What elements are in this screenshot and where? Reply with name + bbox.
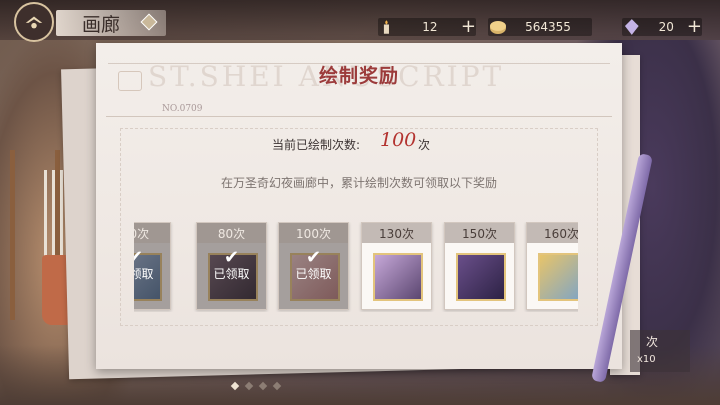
reward-item-image [538, 253, 578, 301]
divider [106, 116, 612, 117]
reward-card-130[interactable]: 130次 [361, 222, 432, 310]
gem-count: 20 [658, 20, 674, 34]
draw-count-value: 100 [380, 129, 417, 151]
reward-item-image [456, 253, 506, 301]
add-candle-button[interactable]: + [461, 18, 476, 36]
reward-threshold: 80次 [197, 223, 266, 243]
reward-threshold: 60次 [134, 223, 170, 243]
reward-card-160[interactable]: 160次 [526, 222, 578, 310]
page-dot[interactable] [272, 381, 282, 391]
sheet-number: NO.0709 [162, 104, 203, 114]
page-dot-active[interactable] [230, 381, 240, 391]
gem-icon [624, 19, 639, 35]
coin-icon [490, 21, 506, 34]
reward-hint: 在万圣奇幻夜画廊中，累计绘制次数可领取以下奖励 [220, 176, 497, 190]
reward-threshold: 160次 [527, 223, 578, 243]
reward-card-80[interactable]: 80次 ✔ 已领取 [196, 222, 267, 310]
page-title: 画廊 [82, 14, 121, 36]
draw-count-unit: 次 [418, 138, 431, 152]
reward-list[interactable]: 60次 ✔ 已领取 80次 ✔ 已领取 100次 ✔ 已领取 130次 150次… [134, 222, 578, 312]
claimed-label: 已领取 [213, 267, 250, 281]
resource-coin: 564355 [488, 16, 592, 38]
home-button[interactable] [14, 2, 54, 42]
page-dot[interactable] [244, 381, 254, 391]
coin-count: 564355 [525, 20, 571, 34]
reward-card-150[interactable]: 150次 [444, 222, 515, 310]
side-peek-unit: 次 [646, 335, 659, 349]
reward-threshold: 100次 [279, 223, 348, 243]
candle-icon [383, 20, 389, 34]
reward-threshold: 150次 [445, 223, 514, 243]
draw-count-label: 当前已绘制次数: [272, 138, 361, 152]
page-dot[interactable] [258, 381, 268, 391]
reward-threshold: 130次 [362, 223, 431, 243]
candle-count: 12 [422, 20, 438, 34]
claimed-label: 已领取 [134, 267, 154, 281]
resource-candle: 12 + [378, 16, 476, 38]
add-gem-button[interactable]: + [687, 18, 702, 36]
side-panel-peek[interactable] [630, 330, 690, 372]
side-peek-multiplier: x10 [637, 354, 656, 365]
reward-card-60[interactable]: 60次 ✔ 已领取 [134, 222, 171, 310]
pagination [230, 381, 282, 391]
claimed-label: 已领取 [295, 267, 332, 281]
reward-item-image [373, 253, 423, 301]
reward-panel: ST.SHEI ANUSCRIPT 绘制奖励 NO.0709 当前已绘制次数: … [96, 43, 622, 369]
resource-gem: 20 + [622, 16, 702, 38]
top-bar: 画廊 12 + 564355 20 + [0, 0, 720, 42]
home-icon [25, 16, 43, 29]
reward-card-100[interactable]: 100次 ✔ 已领取 [278, 222, 349, 310]
panel-heading: 绘制奖励 [318, 65, 399, 87]
